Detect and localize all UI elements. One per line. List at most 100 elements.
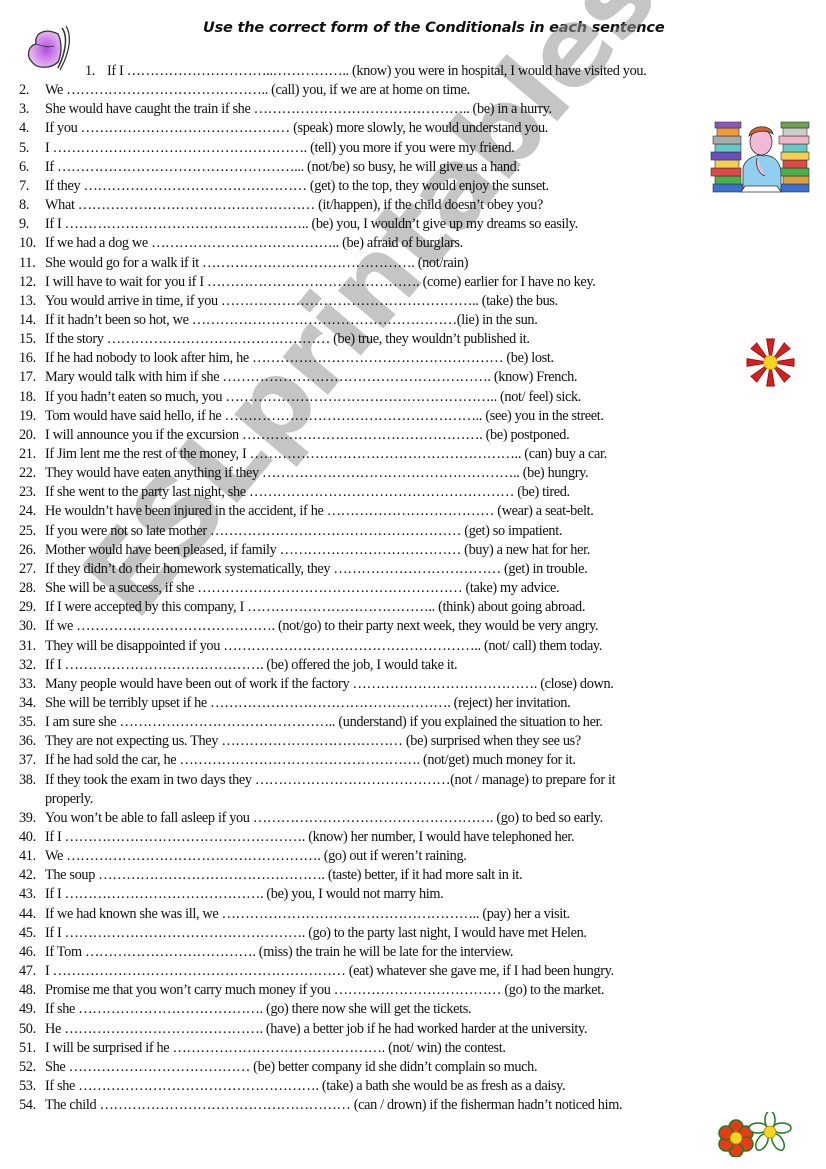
item-sentence: We …………………………………….. (call) you, if we ar…: [45, 82, 470, 99]
item-number: 14.: [19, 311, 36, 328]
item-number: 2.: [19, 82, 30, 99]
item-sentence: You won’t be able to fall asleep if you …: [45, 809, 603, 826]
item-number: 43.: [19, 886, 36, 903]
item-number: 28.: [19, 580, 36, 597]
item-sentence: If I ……………………………………………. (know) her numbe…: [45, 829, 575, 845]
item-sentence: Mother would have been pleased, if famil…: [45, 541, 590, 558]
item-sentence: If she ……………………………………………. (take) a bath …: [45, 1077, 566, 1094]
item-number: 48.: [19, 982, 36, 999]
item-sentence: I will have to wait for you if I ……………………: [45, 273, 596, 290]
item-number: 32.: [19, 656, 36, 673]
item-number: 7.: [19, 177, 30, 194]
item-number: 6.: [19, 158, 30, 175]
item-sentence: If it hadn’t been so hot, we ………………………………: [45, 311, 538, 328]
item-number: 29.: [19, 599, 36, 616]
item-sentence: If they ………………………………………… (get) to the to…: [45, 177, 549, 194]
item-sentence: If they didn’t do their homework systema…: [45, 560, 588, 577]
item-sentence: We ………………………………………………. (go) out if weren…: [45, 848, 467, 865]
red-flower-icon: [746, 338, 795, 387]
item-number: 16.: [19, 350, 36, 367]
item-sentence: If I ……………………………………. (be) you, I would n…: [45, 886, 444, 903]
item-number: 25.: [19, 522, 36, 539]
item-sentence: You would arrive in time, if you ……………………: [45, 292, 558, 309]
item-number: 17.: [19, 369, 36, 386]
item-sentence: I ………………………………………………. (tell) you more if…: [45, 139, 515, 156]
item-sentence: I will be surprised if he ………………………………………: [45, 1039, 506, 1056]
item-number: 5.: [19, 139, 30, 156]
item-number: 13.: [19, 292, 36, 309]
worksheet-title: Use the correct form of the Conditionals…: [203, 20, 665, 36]
item-sentence: She ………………………………… (be) better company id…: [45, 1058, 538, 1075]
student-with-books-icon: [710, 121, 810, 193]
item-sentence: If I ……………………………………. (be) offered the jo…: [45, 656, 458, 673]
item-sentence: If Jim lent me the rest of the money, I …: [45, 446, 607, 462]
item-sentence: If you were not so late mother …………………………: [45, 522, 563, 539]
item-number: 44.: [19, 905, 36, 922]
item-sentence: If she went to the party last night, she…: [45, 484, 570, 501]
item-number: 36.: [19, 733, 36, 750]
item-sentence: If I were accepted by this company, I ………: [45, 599, 586, 616]
item-sentence: If we had a dog we ………………………………….. (be) …: [45, 235, 463, 252]
item-number: 10.: [19, 235, 36, 252]
item-sentence: Promise me that you won’t carry much mon…: [45, 982, 605, 999]
item-number: 33.: [19, 675, 36, 692]
item-sentence: If I …………………………..…………….. (know) you were…: [107, 63, 647, 79]
item-sentence: If we had known she was ill, we ………………………: [45, 905, 570, 922]
item-number: 41.: [19, 848, 36, 865]
item-number: 31.: [19, 637, 36, 654]
daisies-icon: [718, 1112, 792, 1157]
item-number: 3.: [19, 101, 30, 118]
item-number: 1.: [85, 63, 96, 79]
item-sentence: I am sure she ……………………………………….. (underst…: [45, 714, 603, 731]
item-number: 19.: [19, 407, 36, 424]
item-sentence: What …………………………………………… (it/happen), if t…: [45, 197, 543, 214]
item-sentence: If you hadn’t eaten so much, you ……………………: [45, 388, 582, 405]
item-sentence: She would go for a walk if it ……………………………: [45, 254, 469, 271]
item-number: 4.: [19, 120, 30, 137]
item-number: 27.: [19, 560, 36, 577]
item-number: 24.: [19, 503, 36, 520]
item-number: 9.: [19, 216, 30, 233]
item-number: 40.: [19, 829, 36, 845]
item-sentence: If I …………………………………………….. (be) you, I wou…: [45, 216, 578, 233]
item-sentence: If he had sold the car, he ……………………………………: [45, 752, 576, 769]
item-sentence: The soup …………………………………………. (taste) bette…: [45, 867, 523, 884]
item-sentence: If I ……………………………………………. (go) to the part…: [45, 924, 587, 941]
item-sentence: Tom would have said hello, if he ……………………: [45, 407, 604, 424]
item-sentence: Many people would have been out of work …: [45, 675, 614, 692]
item-number: 50.: [19, 1020, 36, 1037]
item-sentence: I will announce you if the excursion …………: [45, 426, 570, 443]
item-number: 22.: [19, 465, 36, 482]
item-number: 35.: [19, 714, 36, 731]
item-sentence: They will be disappointed if you ……………………: [45, 637, 603, 654]
item-number: 49.: [19, 1001, 36, 1018]
item-sentence: He ……………………………………. (have) a better job i…: [45, 1020, 588, 1037]
item-number: 8.: [19, 197, 30, 214]
item-sentence: Mary would talk with him if she ………………………: [45, 369, 578, 386]
item-sentence: She will be terribly upset if he ……………………: [45, 694, 571, 711]
item-number: 26.: [19, 541, 36, 558]
item-number: 20.: [19, 426, 36, 443]
item-sentence: If Tom ………………………………. (miss) the train he…: [45, 943, 514, 960]
item-number: 21.: [19, 446, 36, 462]
item-sentence: She will be a success, if she ……………………………: [45, 580, 560, 597]
item-number: 52.: [19, 1058, 36, 1075]
item-number: 47.: [19, 963, 36, 980]
item-number: 45.: [19, 924, 36, 941]
item-sentence: If we ……………………………………. (not/go) to their …: [45, 618, 599, 635]
item-number: 42.: [19, 867, 36, 884]
item-sentence: If ……………………………………………... (not/be) so busy…: [45, 158, 520, 175]
item-number: 46.: [19, 943, 36, 960]
item-number: 37.: [19, 752, 36, 769]
item-sentence: If he had nobody to look after him, he ……: [45, 350, 554, 367]
item-sentence: I ……………………………………………………… (eat) whatever s…: [45, 963, 614, 980]
item-sentence: They are not expecting us. They ………………………: [45, 733, 581, 750]
item-sentence: The child ……………………………………………… (can / drow…: [45, 1097, 623, 1114]
item-sentence: If the story ………………………………………… (be) true,…: [45, 331, 530, 348]
item-sentence: If she …………………………………. (go) there now she…: [45, 1001, 472, 1018]
item-sentence: He wouldn’t have been injured in the acc…: [45, 503, 594, 520]
item-number: 51.: [19, 1039, 36, 1056]
item-number: 15.: [19, 331, 36, 348]
item-sentence: They would have eaten anything if they ……: [45, 465, 589, 482]
item-number: 30.: [19, 618, 36, 635]
